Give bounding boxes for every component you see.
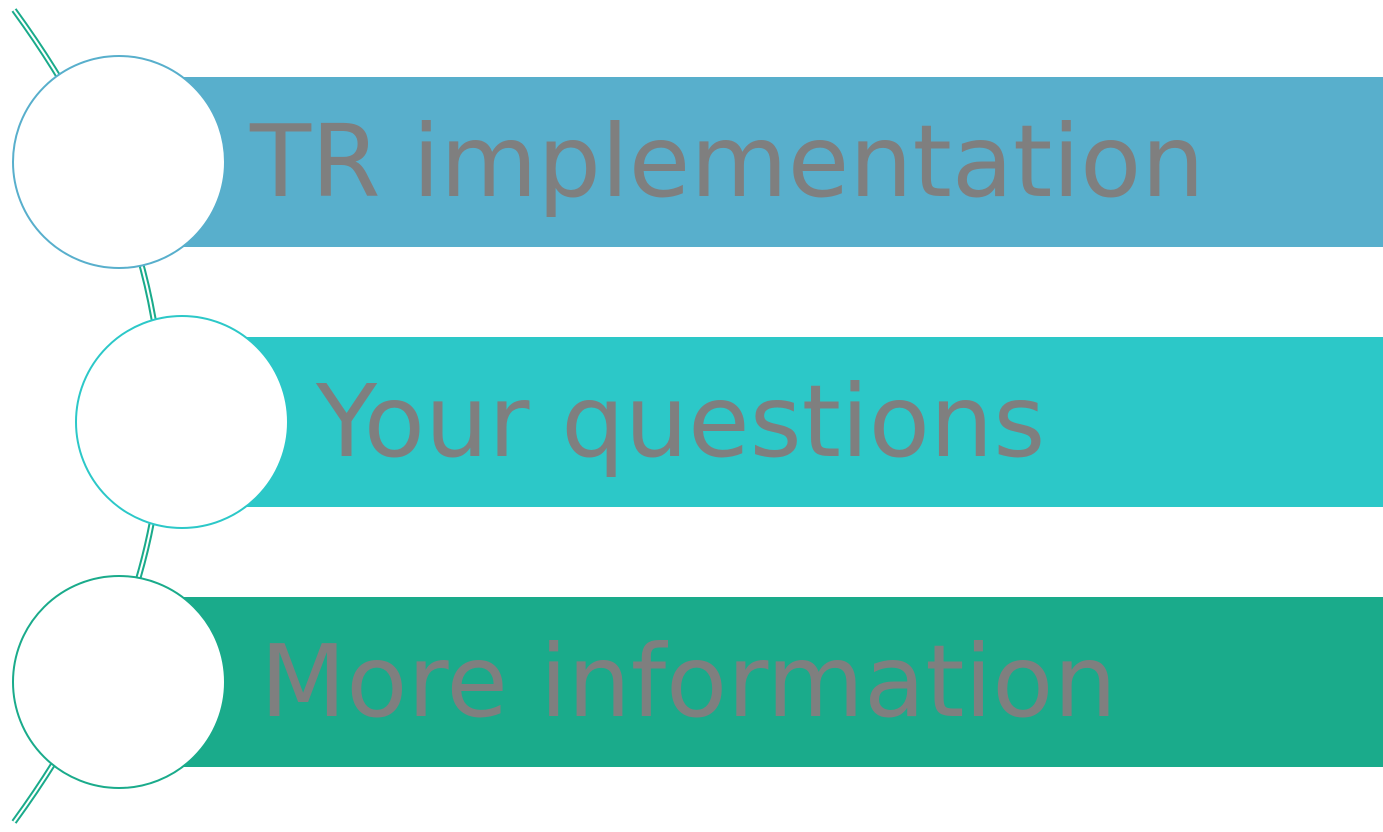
- list-diagram: TR implementation Your questions More in…: [0, 0, 1383, 832]
- band-label: More information: [260, 623, 1117, 740]
- band-label: Your questions: [316, 363, 1046, 480]
- band-your-questions: Your questions: [183, 337, 1383, 507]
- band-tr-implementation: TR implementation: [120, 77, 1383, 247]
- node-circle-1: [12, 55, 226, 269]
- band-label: TR implementation: [250, 103, 1205, 220]
- band-more-information: More information: [120, 597, 1383, 767]
- node-circle-2: [75, 315, 289, 529]
- node-circle-3: [12, 575, 226, 789]
